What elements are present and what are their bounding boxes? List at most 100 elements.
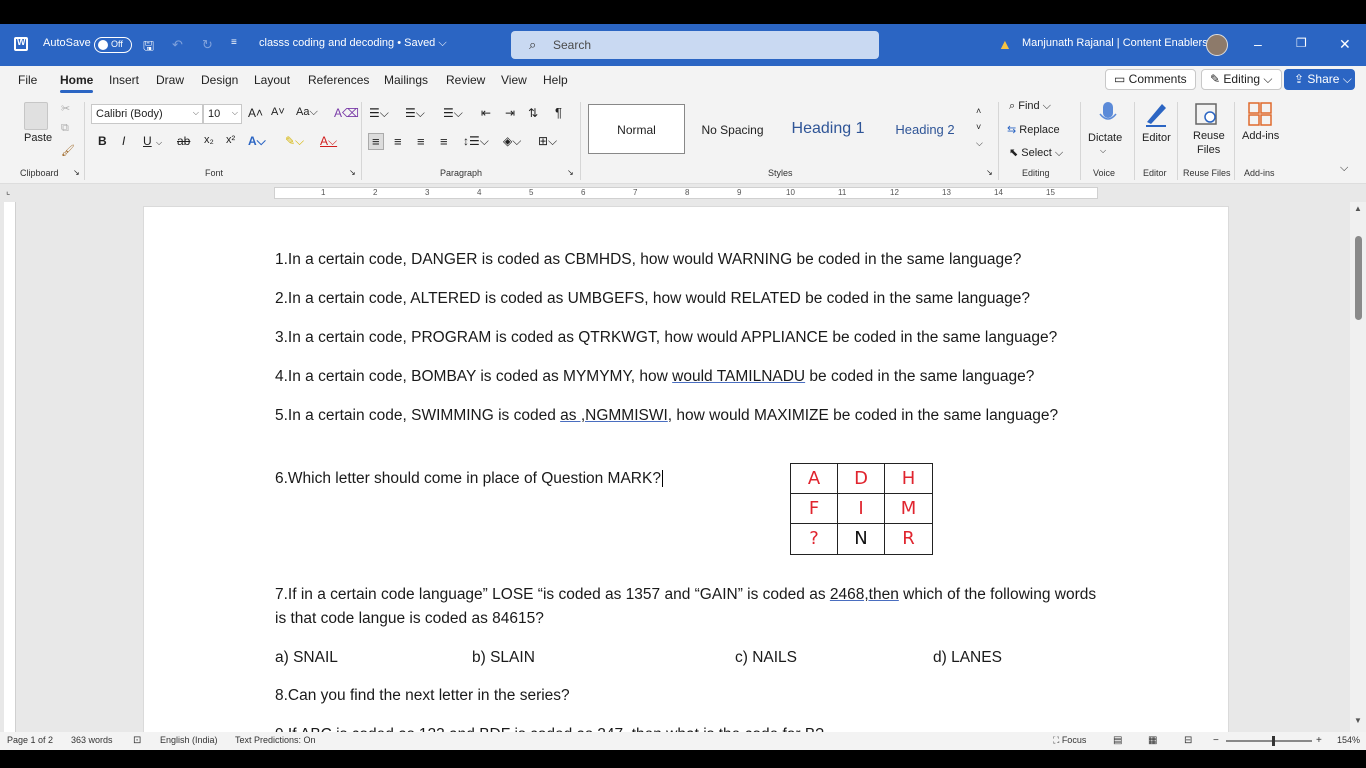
scrollbar-thumb[interactable] <box>1355 236 1362 320</box>
style-heading-2[interactable]: Heading 2 <box>880 104 970 154</box>
align-right-icon[interactable]: ≡ <box>417 134 425 149</box>
tab-help[interactable]: Help <box>543 73 568 87</box>
chevron-down-icon[interactable]: ⌵ <box>156 138 162 148</box>
zoom-slider-knob[interactable] <box>1272 736 1275 746</box>
tab-references[interactable]: References <box>308 73 369 87</box>
clipboard-launcher-icon[interactable]: ↘ <box>73 168 80 177</box>
tab-draw[interactable]: Draw <box>156 73 184 87</box>
addins-icon[interactable] <box>1246 100 1274 126</box>
styles-launcher-icon[interactable]: ↘ <box>986 168 993 177</box>
reuse-files-label-1[interactable]: Reuse <box>1193 130 1225 142</box>
clear-formatting-icon[interactable]: A⌫ <box>334 106 359 120</box>
zoom-level[interactable]: 154% <box>1337 735 1360 745</box>
dictate-label[interactable]: Dictate <box>1088 132 1122 144</box>
multilevel-list-icon[interactable]: ☰⌵ <box>443 106 463 121</box>
language[interactable]: English (India) <box>160 735 218 745</box>
increase-indent-icon[interactable]: ⇥ <box>505 106 515 120</box>
user-name[interactable]: Manjunath Rajanal | Content Enablers <box>1022 37 1208 49</box>
tab-selector-icon[interactable]: ⌞ <box>6 186 10 197</box>
tab-design[interactable]: Design <box>201 73 238 87</box>
addins-label[interactable]: Add-ins <box>1242 130 1279 142</box>
numbering-icon[interactable]: ☰⌵ <box>405 106 425 121</box>
scroll-down-icon[interactable]: ▼ <box>1354 716 1362 725</box>
style-normal[interactable]: Normal <box>588 104 685 154</box>
font-launcher-icon[interactable]: ↘ <box>349 168 356 177</box>
find-button[interactable]: ⌕ Find ⌵ <box>1009 100 1051 113</box>
italic-icon[interactable]: I <box>122 134 125 148</box>
copy-icon[interactable]: ⧉ <box>61 122 69 135</box>
document-page[interactable]: 1.In a certain code, DANGER is coded as … <box>143 206 1229 732</box>
text-predictions[interactable]: Text Predictions: On <box>235 735 316 745</box>
question-9[interactable]: 9.If ABC is coded as 123 and BDF is code… <box>275 723 1105 732</box>
borders-icon[interactable]: ⊞⌵ <box>538 134 557 149</box>
line-spacing-icon[interactable]: ↕☰⌵ <box>463 134 489 149</box>
avatar[interactable] <box>1206 34 1228 56</box>
web-layout-icon[interactable]: ⊟ <box>1184 735 1192 746</box>
decrease-indent-icon[interactable]: ⇤ <box>481 106 491 120</box>
page-count[interactable]: Page 1 of 2 <box>7 735 53 745</box>
change-case-icon[interactable]: Aa⌵ <box>296 106 318 119</box>
save-icon[interactable]: 🖫 <box>143 37 154 59</box>
editor-label[interactable]: Editor <box>1142 132 1171 144</box>
proofing-icon[interactable]: ⊡ <box>133 735 141 746</box>
subscript-icon[interactable]: x₂ <box>204 134 214 146</box>
paragraph-launcher-icon[interactable]: ↘ <box>567 168 574 177</box>
question-2[interactable]: 2.In a certain code, ALTERED is coded as… <box>275 287 1105 311</box>
select-button[interactable]: ⬉ Select ⌵ <box>1009 146 1063 160</box>
superscript-icon[interactable]: x² <box>226 134 235 146</box>
question-6[interactable]: 6.Which letter should come in place of Q… <box>275 467 1105 491</box>
editor-icon[interactable] <box>1142 100 1170 127</box>
strikethrough-icon[interactable]: ab <box>177 134 190 148</box>
replace-button[interactable]: ⇆ Replace <box>1007 123 1060 136</box>
question-5[interactable]: 5.In a certain code, SWIMMING is coded a… <box>275 404 1105 428</box>
question-1[interactable]: 1.In a certain code, DANGER is coded as … <box>275 248 1105 272</box>
autosave-toggle[interactable]: Off <box>94 37 132 53</box>
customize-quick-access-icon[interactable]: ≡ <box>231 37 237 48</box>
show-formatting-marks-icon[interactable]: ¶ <box>555 105 562 120</box>
cut-icon[interactable]: ✂ <box>61 102 70 115</box>
tab-insert[interactable]: Insert <box>109 73 139 87</box>
question-7[interactable]: 7.If in a certain code language” LOSE “i… <box>275 583 1105 631</box>
chevron-down-icon[interactable]: ⌵ <box>1100 146 1106 156</box>
warning-icon[interactable]: ▲ <box>998 36 1012 52</box>
option-b[interactable]: b) SLAIN <box>472 649 535 667</box>
letter-grid-image[interactable]: A D H F I M ? N R <box>790 463 933 555</box>
collapse-ribbon-icon[interactable]: ⌵ <box>1340 162 1348 175</box>
shading-icon[interactable]: ◈⌵ <box>503 134 521 149</box>
option-a[interactable]: a) SNAIL <box>275 649 338 667</box>
tab-file[interactable]: File <box>18 73 37 87</box>
question-3[interactable]: 3.In a certain code, PROGRAM is coded as… <box>275 326 1105 350</box>
underline-icon[interactable]: U <box>143 134 152 148</box>
focus-button[interactable]: ⛶ Focus <box>1053 735 1086 746</box>
tab-layout[interactable]: Layout <box>254 73 290 87</box>
paste-icon[interactable] <box>24 102 48 130</box>
font-color-icon[interactable]: A⌵ <box>320 134 337 149</box>
shrink-font-icon[interactable]: A˅ <box>271 106 285 118</box>
redo-icon[interactable]: ↻ <box>202 37 213 53</box>
styles-scroll-up-icon[interactable]: ˄ <box>976 106 981 116</box>
font-size-select[interactable]: 10 ⌵ <box>203 104 242 124</box>
sort-icon[interactable]: ⇅ <box>528 106 538 120</box>
horizontal-ruler[interactable]: 1 2 3 4 5 6 7 8 9 10 11 12 13 14 15 <box>274 187 1098 199</box>
restore-icon[interactable]: ❐ <box>1296 36 1307 50</box>
zoom-in-icon[interactable]: + <box>1316 735 1322 746</box>
tab-home[interactable]: Home <box>60 73 94 93</box>
minimize-icon[interactable]: – <box>1254 36 1262 52</box>
question-4[interactable]: 4.In a certain code, BOMBAY is coded as … <box>275 365 1105 389</box>
bullets-icon[interactable]: ☰⌵ <box>369 106 389 121</box>
bold-icon[interactable]: B <box>98 134 107 148</box>
comments-button[interactable]: ▭ Comments <box>1105 69 1196 90</box>
close-icon[interactable]: ✕ <box>1339 36 1351 53</box>
font-name-select[interactable]: Calibri (Body) ⌵ <box>91 104 203 124</box>
search-box[interactable]: ⌕ Search <box>511 31 879 59</box>
vertical-scrollbar[interactable]: ▲ ▼ <box>1350 202 1366 732</box>
tab-view[interactable]: View <box>501 73 527 87</box>
grow-font-icon[interactable]: A˄ <box>248 106 263 120</box>
highlight-color-icon[interactable]: ✎⌵ <box>285 134 304 149</box>
paste-label[interactable]: Paste <box>24 132 52 144</box>
justify-icon[interactable]: ≡ <box>440 134 448 149</box>
option-d[interactable]: d) LANES <box>933 649 1002 667</box>
reuse-files-label-2[interactable]: Files <box>1197 144 1220 156</box>
read-mode-icon[interactable]: ▤ <box>1113 735 1122 746</box>
scroll-up-icon[interactable]: ▲ <box>1354 204 1362 213</box>
